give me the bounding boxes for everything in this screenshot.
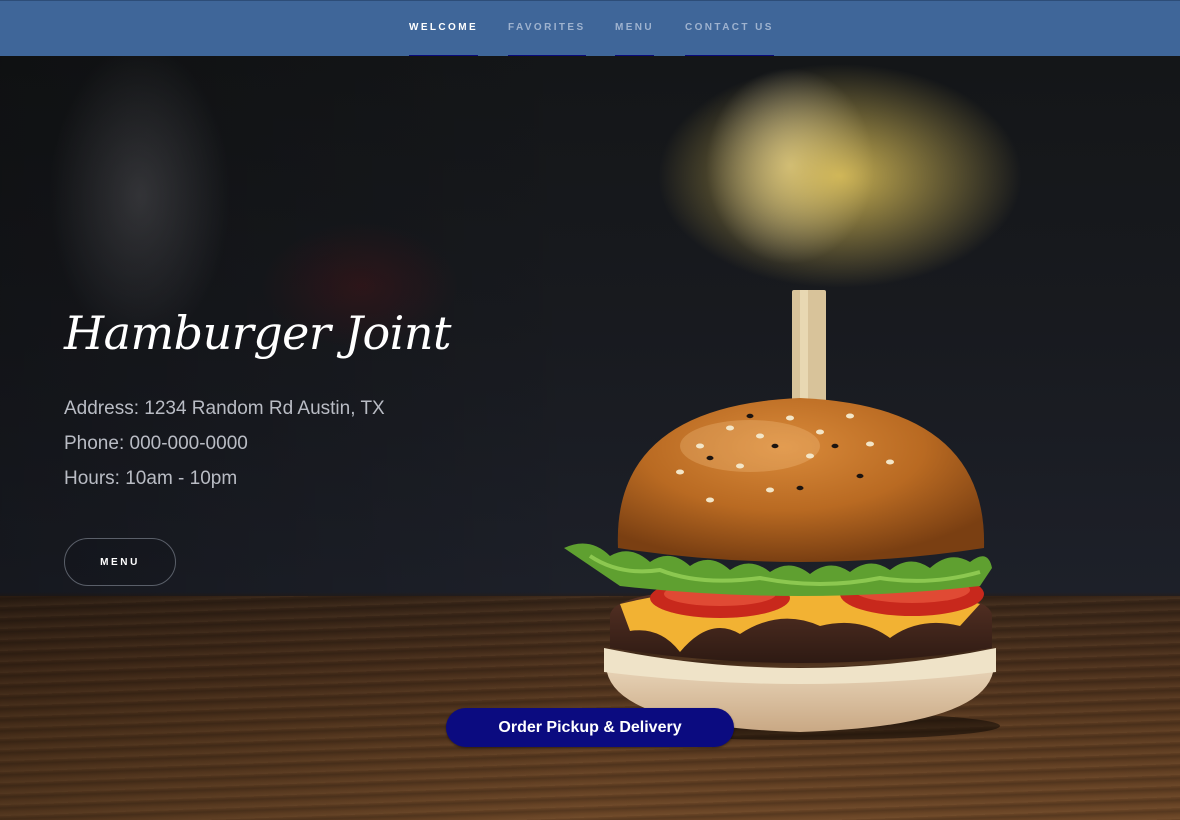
- menu-button-label: MENU: [100, 556, 140, 568]
- hours-text: Hours: 10am - 10pm: [64, 468, 238, 489]
- order-pickup-delivery-button[interactable]: Order Pickup & Delivery: [446, 708, 734, 747]
- nav-menu-label: MENU: [615, 22, 655, 33]
- nav-welcome-label: WELCOME: [409, 22, 479, 33]
- phone-text: Phone: 000-000-0000: [64, 433, 248, 454]
- order-button-label: Order Pickup & Delivery: [498, 718, 682, 736]
- page-title: Hamburger Joint: [64, 306, 451, 360]
- address-text: Address: 1234 Random Rd Austin, TX: [64, 398, 385, 419]
- nav-welcome[interactable]: WELCOME: [409, 1, 479, 57]
- hero-section: Hamburger Joint Address: 1234 Random Rd …: [0, 56, 1180, 820]
- menu-button[interactable]: MENU: [64, 538, 176, 586]
- nav-menu[interactable]: MENU: [615, 1, 655, 57]
- nav-favorites[interactable]: FAVORITES: [508, 1, 586, 57]
- nav-contact[interactable]: CONTACT US: [685, 1, 774, 57]
- hamburger-photo: [564, 290, 1000, 740]
- nav-favorites-label: FAVORITES: [508, 22, 586, 33]
- top-nav: WELCOME FAVORITES MENU CONTACT US: [0, 0, 1180, 57]
- nav-contact-label: CONTACT US: [685, 22, 774, 33]
